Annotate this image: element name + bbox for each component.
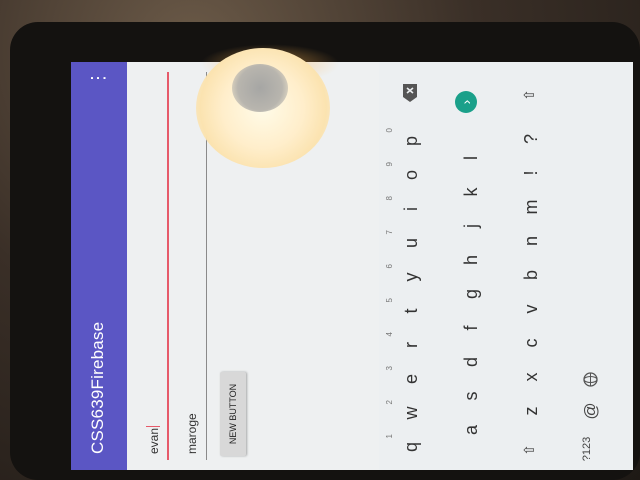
key-h[interactable]: h — [439, 241, 495, 279]
key-a[interactable]: a — [439, 411, 495, 449]
key-i[interactable]: 8i — [379, 190, 435, 228]
key-y[interactable]: 6y — [379, 258, 435, 296]
key-v[interactable]: v — [499, 290, 555, 328]
app-bar: CSS639Firebase ⋮ — [71, 62, 127, 470]
key-c[interactable]: c — [499, 324, 555, 362]
app-title: CSS639Firebase — [88, 321, 107, 454]
key-z[interactable]: z — [499, 392, 555, 430]
name-field[interactable]: evan — [139, 72, 169, 460]
key-at[interactable]: @ — [559, 394, 615, 428]
lastname-field-value: maroge — [185, 413, 199, 454]
shift-key-right[interactable]: ⇧ — [499, 70, 555, 120]
glare-reflection — [232, 64, 288, 112]
name-field-value: evan — [147, 427, 161, 454]
shift-key-left[interactable]: ⇧ — [499, 430, 555, 470]
name-field-underline — [167, 72, 169, 460]
key-d[interactable]: d — [439, 343, 495, 381]
key-n[interactable]: n — [499, 222, 555, 260]
key-exclamation[interactable]: ! — [499, 154, 555, 192]
soft-keyboard: 1q 2w 3e 4r 5t 6y 7u 8i 9o 0p a s d f g … — [379, 62, 633, 470]
symbols-key[interactable]: ?123 — [559, 428, 615, 470]
text-cursor — [146, 426, 160, 427]
key-j[interactable]: j — [439, 207, 495, 245]
new-button[interactable]: NEW BUTTON — [220, 372, 246, 456]
key-o[interactable]: 9o — [379, 156, 435, 194]
key-u[interactable]: 7u — [379, 224, 435, 262]
key-f[interactable]: f — [439, 309, 495, 347]
key-question[interactable]: ? — [499, 120, 555, 158]
screen: CSS639Firebase ⋮ evan maroge NEW BUTTON … — [71, 62, 633, 470]
key-q[interactable]: 1q — [379, 428, 435, 466]
key-k[interactable]: k — [439, 173, 495, 211]
backspace-icon — [403, 84, 417, 102]
backspace-key[interactable] — [379, 66, 435, 120]
enter-key[interactable]: › — [439, 79, 495, 125]
key-m[interactable]: m — [499, 188, 555, 226]
key-e[interactable]: 3e — [379, 360, 435, 398]
key-r[interactable]: 4r — [379, 326, 435, 364]
next-arrow-icon: › — [455, 91, 477, 113]
globe-icon — [583, 372, 598, 387]
key-p[interactable]: 0p — [379, 122, 435, 160]
key-w[interactable]: 2w — [379, 394, 435, 432]
shift-icon: ⇧ — [521, 444, 537, 456]
key-l[interactable]: l — [439, 139, 495, 177]
key-b[interactable]: b — [499, 256, 555, 294]
key-x[interactable]: x — [499, 358, 555, 396]
shift-icon: ⇧ — [521, 89, 537, 101]
overflow-menu-icon[interactable]: ⋮ — [85, 69, 111, 87]
globe-key[interactable] — [559, 364, 615, 394]
key-s[interactable]: s — [439, 377, 495, 415]
space-bar[interactable] — [575, 180, 595, 360]
key-t[interactable]: 5t — [379, 292, 435, 330]
key-g[interactable]: g — [439, 275, 495, 313]
